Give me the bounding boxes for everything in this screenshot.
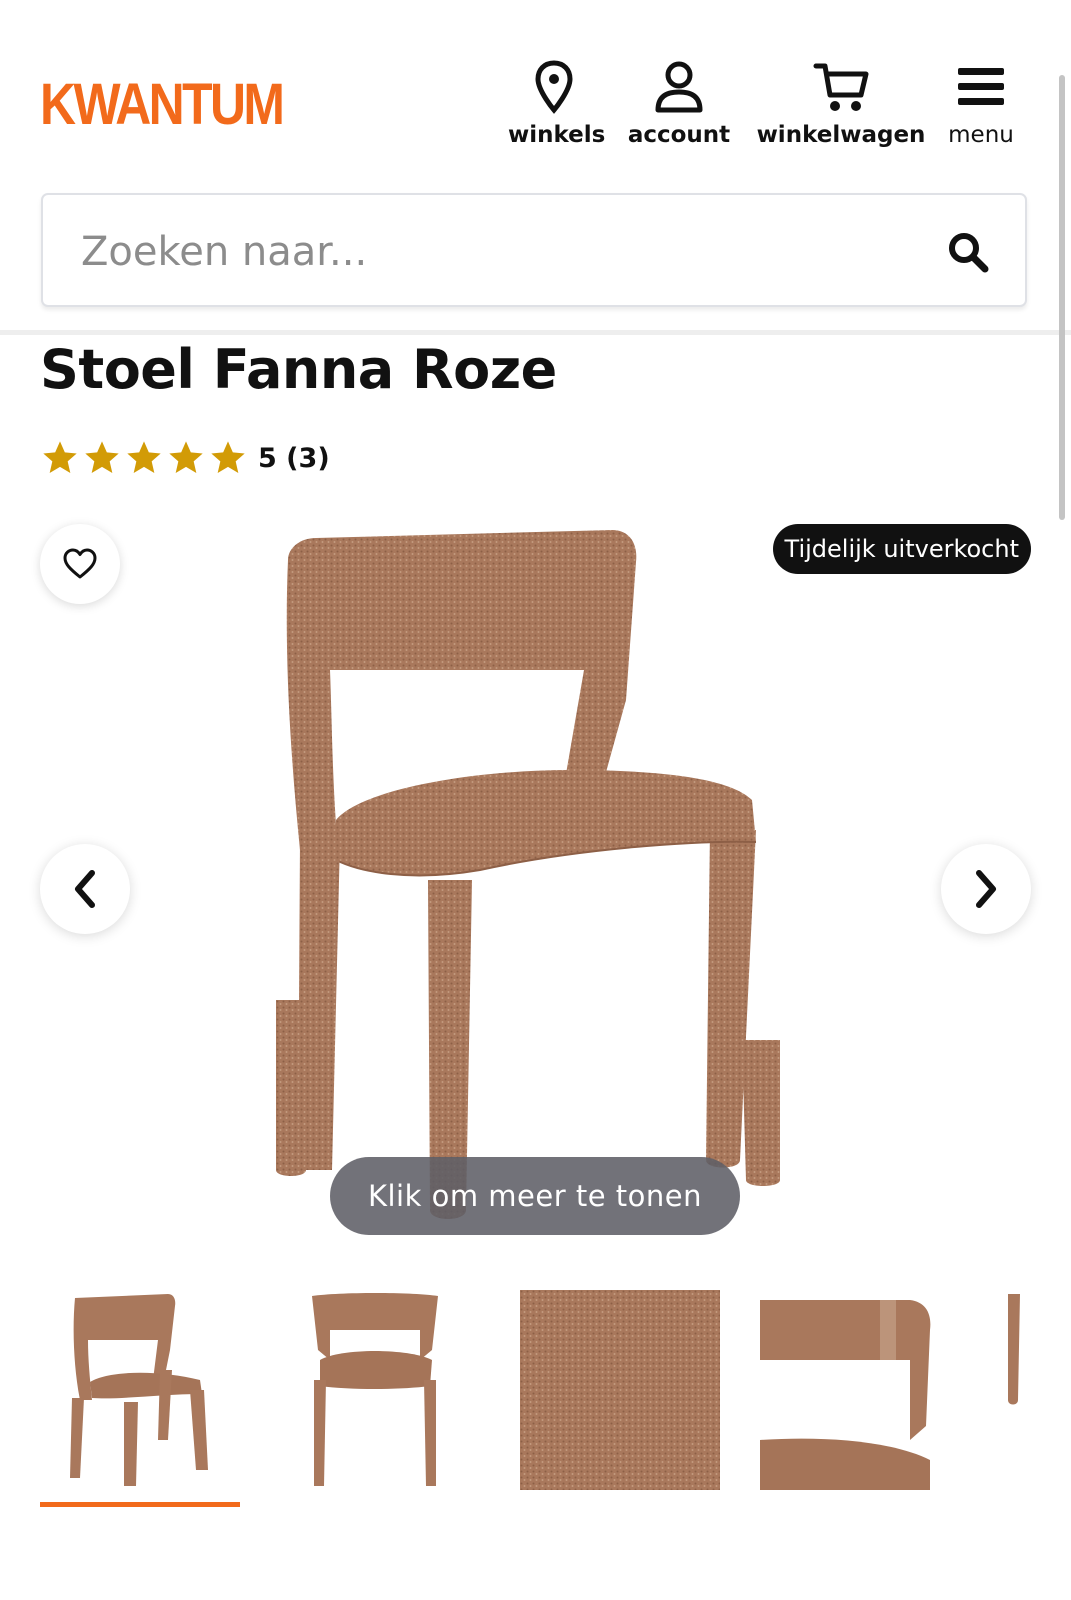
- thumbnail-5[interactable]: [1000, 1290, 1030, 1490]
- thumbnail-3[interactable]: [520, 1290, 720, 1490]
- star-icon: [169, 441, 203, 473]
- leg-detail-thumbnail: [1008, 1294, 1020, 1405]
- nav-winkels-label: winkels: [508, 122, 606, 148]
- thumbnail-2[interactable]: [280, 1290, 480, 1490]
- chevron-left-icon: [75, 870, 95, 908]
- hamburger-icon: [958, 68, 1004, 105]
- cart-icon: [813, 63, 869, 111]
- kwantum-logo[interactable]: KWANTUM: [40, 76, 285, 134]
- nav-menu[interactable]: menu: [940, 60, 1022, 148]
- product-image[interactable]: [240, 520, 820, 1260]
- star-icon: [43, 441, 77, 473]
- nav-account[interactable]: account: [620, 60, 738, 148]
- chevron-right-icon: [976, 870, 996, 908]
- star-icon: [127, 441, 161, 473]
- header-divider: [0, 330, 1071, 335]
- gallery-next-button[interactable]: [941, 844, 1031, 934]
- search-bar: [41, 193, 1027, 307]
- rating-text[interactable]: 5 (3): [258, 443, 330, 474]
- star-icon: [85, 441, 119, 473]
- thumbnail-4[interactable]: [760, 1290, 960, 1490]
- product-title: Stoel Fanna Roze: [40, 338, 557, 401]
- heart-icon: [63, 548, 97, 579]
- search-input[interactable]: [79, 223, 903, 281]
- location-pin-icon: [535, 60, 573, 114]
- nav-menu-label: menu: [948, 122, 1014, 148]
- backrest-detail-thumbnail: [760, 1300, 931, 1490]
- chair-angle-thumbnail: [70, 1294, 208, 1486]
- nav-winkels[interactable]: winkels: [508, 60, 606, 148]
- wishlist-button[interactable]: [40, 524, 120, 604]
- thumbnail-1[interactable]: [40, 1290, 240, 1490]
- show-more-button[interactable]: Klik om meer te tonen: [330, 1157, 740, 1235]
- star-icon: [211, 441, 245, 473]
- active-thumbnail-indicator: [40, 1502, 240, 1507]
- nav-winkelwagen[interactable]: winkelwagen: [753, 60, 929, 148]
- fabric-thumbnail: [520, 1290, 720, 1490]
- scrollbar[interactable]: [1059, 75, 1065, 520]
- chair-front-thumbnail: [312, 1293, 438, 1486]
- user-icon: [655, 61, 703, 113]
- stock-status-badge: Tijdelijk uitverkocht: [772, 524, 1031, 574]
- nav-winkelwagen-label: winkelwagen: [756, 122, 926, 148]
- search-icon[interactable]: [947, 231, 989, 273]
- nav-account-label: account: [627, 122, 731, 148]
- rating-stars[interactable]: 5 (3): [40, 438, 330, 478]
- gallery-prev-button[interactable]: [40, 844, 130, 934]
